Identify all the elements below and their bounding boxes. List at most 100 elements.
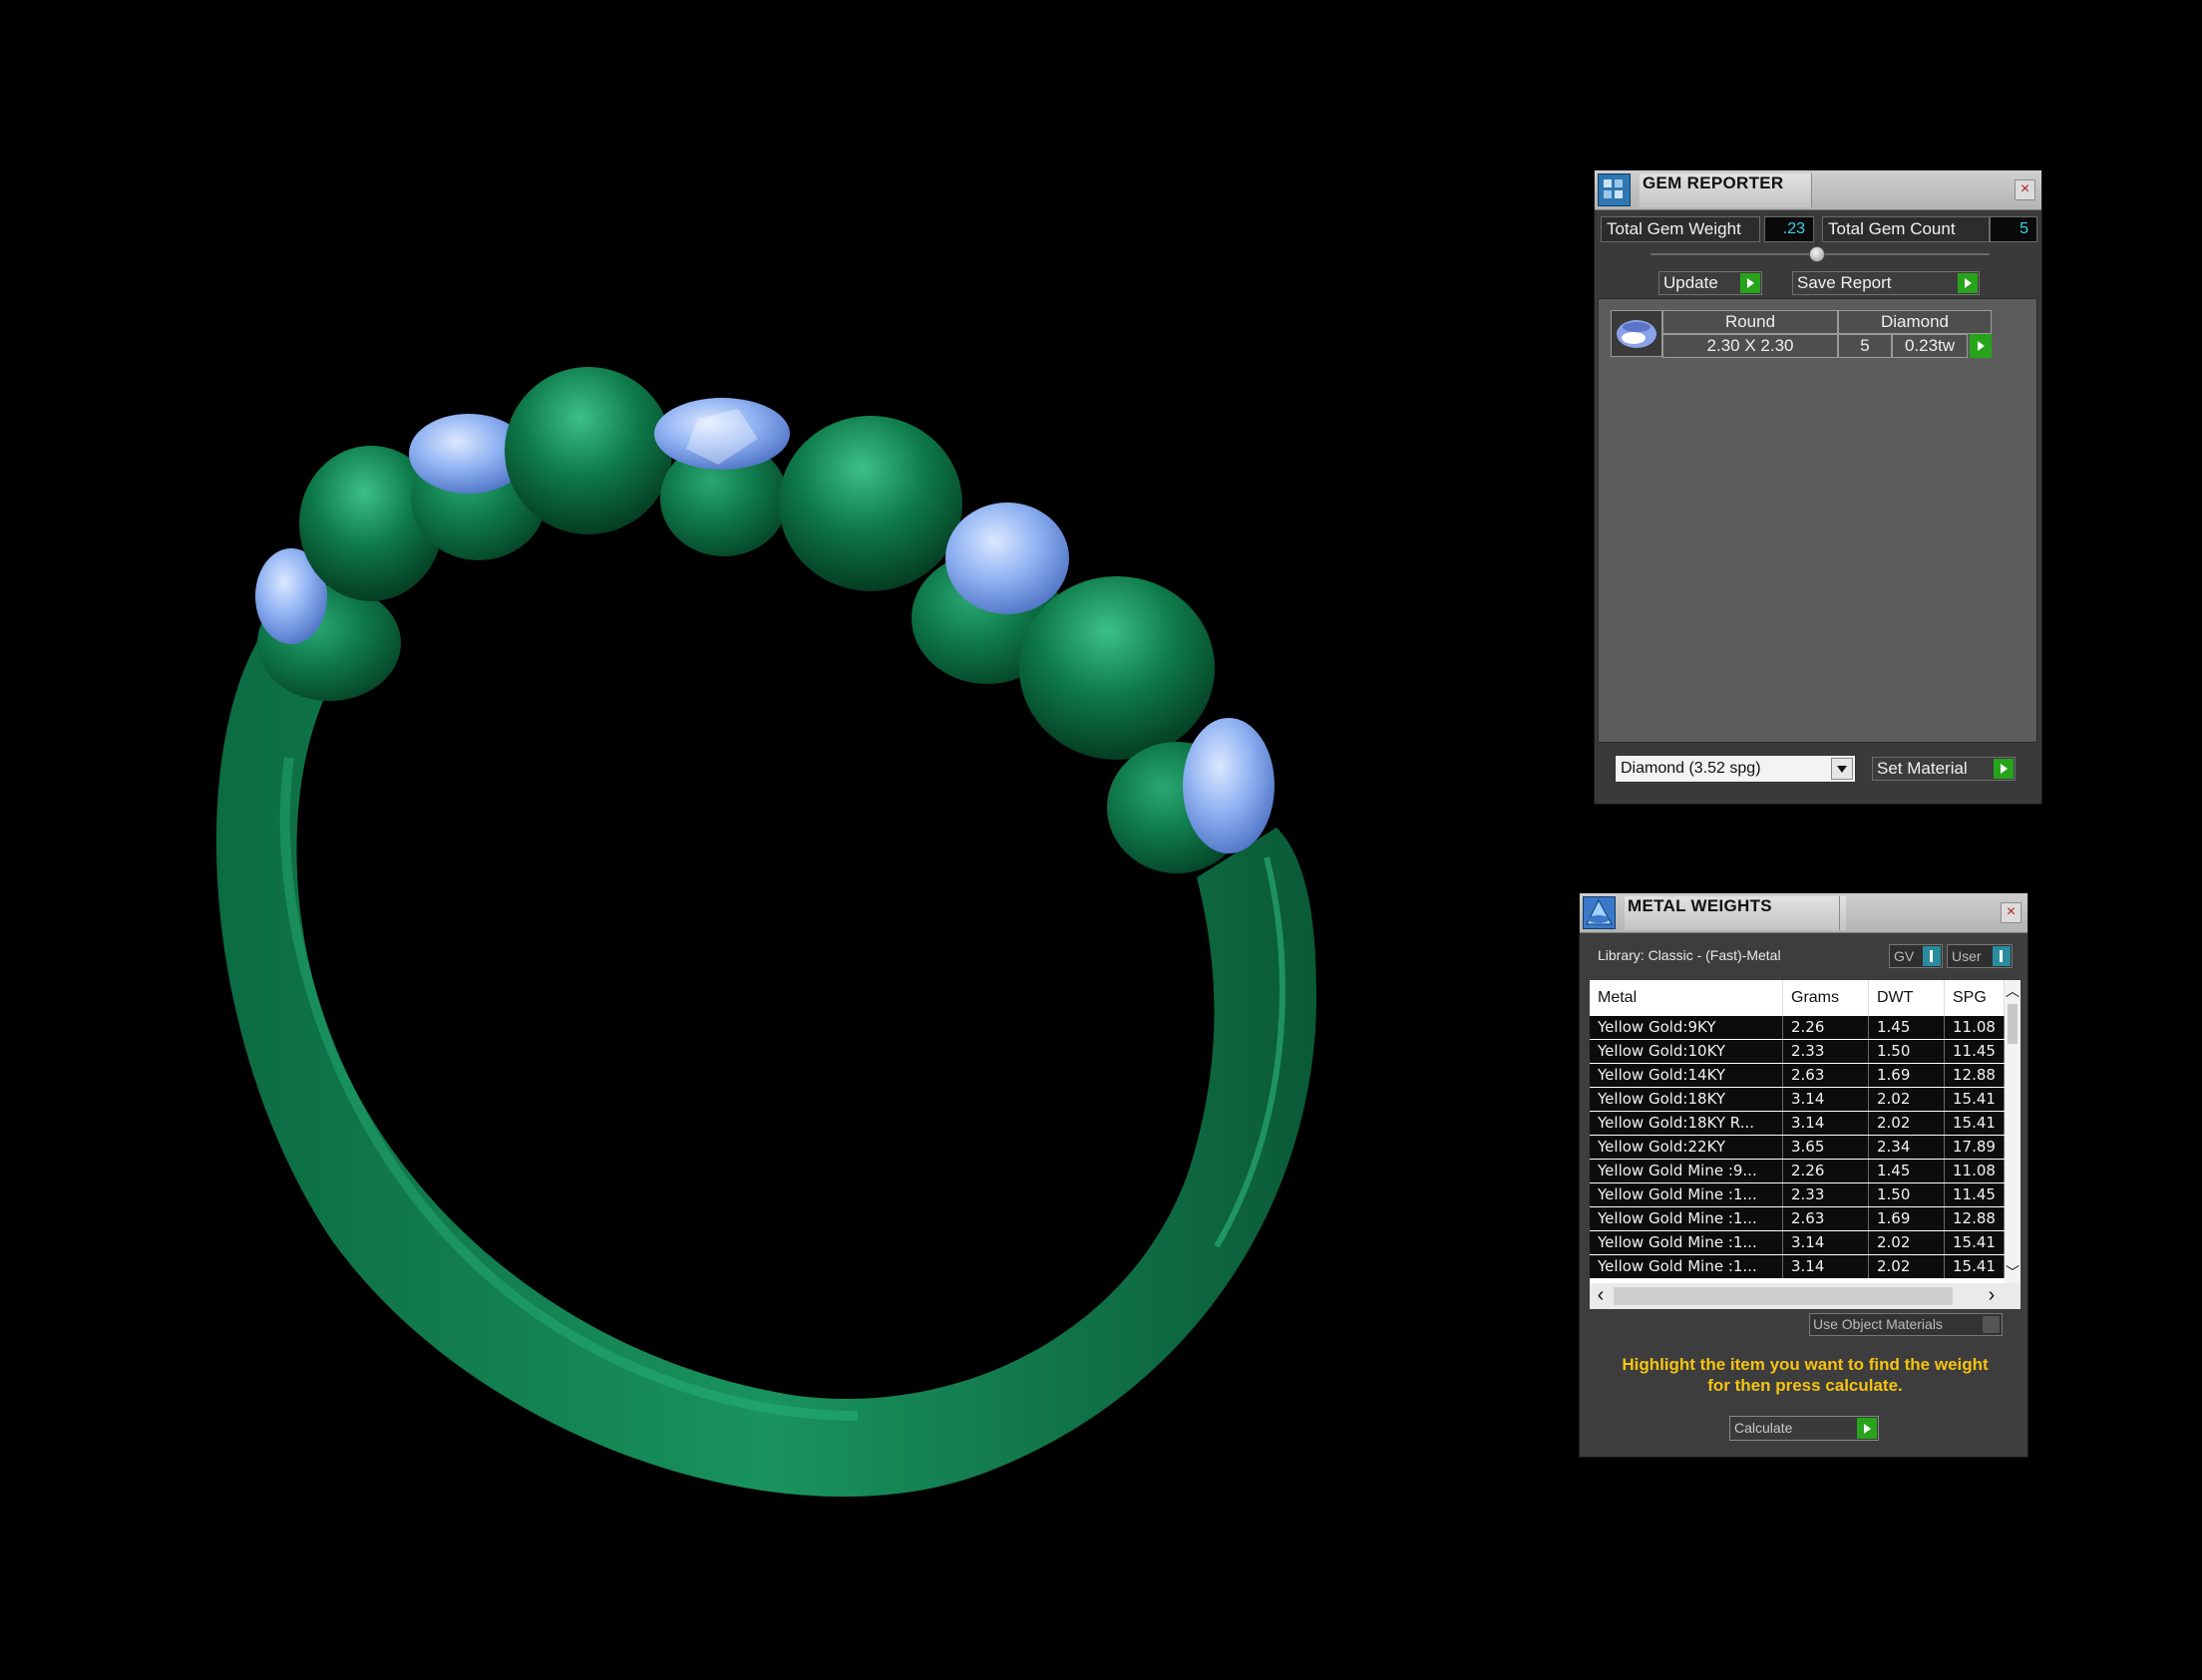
gem-count-cell: 5 <box>1838 334 1892 358</box>
total-gem-count-value: 5 <box>1990 216 2037 242</box>
table-cell-dwt: 1.50 <box>1869 1183 1945 1206</box>
metal-weights-title: METAL WEIGHTS <box>1625 896 1846 930</box>
table-cell-metal: Yellow Gold:9KY <box>1590 1016 1783 1039</box>
table-cell-dwt: 1.45 <box>1869 1160 1945 1182</box>
table-cell-grams: 3.14 <box>1783 1088 1869 1111</box>
table-row[interactable]: Yellow Gold:9KY 2.26 1.45 11.08 <box>1590 1016 2005 1040</box>
table-cell-spg: 15.41 <box>1945 1231 2005 1254</box>
metal-weights-titlebar[interactable]: METAL WEIGHTS × <box>1580 893 2027 933</box>
save-report-button-label: Save Report <box>1797 273 1892 292</box>
table-cell-spg: 12.88 <box>1945 1064 2005 1087</box>
table-cell-spg: 11.45 <box>1945 1040 2005 1063</box>
play-arrow-icon <box>1740 273 1760 293</box>
chevron-up-icon[interactable]: ︿ <box>2005 982 2020 1000</box>
metal-bulb <box>779 416 962 591</box>
horizontal-scroll-thumb[interactable] <box>1614 1287 1953 1305</box>
gem-stone <box>1183 718 1275 853</box>
gem-reporter-app-icon <box>1598 173 1631 206</box>
table-cell-metal: Yellow Gold Mine :9... <box>1590 1160 1783 1182</box>
table-row[interactable]: Yellow Gold:10KY 2.33 1.50 11.45 <box>1590 1040 2005 1064</box>
column-header-spg[interactable]: SPG <box>1945 980 2005 1016</box>
total-gem-weight-value: .23 <box>1764 216 1814 242</box>
panel-splitter-handle[interactable] <box>1809 246 1825 262</box>
table-cell-metal: Yellow Gold:18KY R... <box>1590 1112 1783 1135</box>
gem-size-cell: 2.30 X 2.30 <box>1662 334 1838 358</box>
table-cell-dwt: 2.34 <box>1869 1136 1945 1159</box>
horizontal-scrollbar[interactable]: ‹ › <box>1590 1283 2020 1309</box>
table-cell-grams: 2.63 <box>1783 1207 1869 1230</box>
table-row[interactable]: Yellow Gold Mine :1... 2.63 1.69 12.88 <box>1590 1207 2005 1231</box>
table-cell-grams: 3.14 <box>1783 1231 1869 1254</box>
metal-bulb <box>505 367 672 534</box>
table-cell-spg: 11.08 <box>1945 1016 2005 1039</box>
table-row[interactable]: Yellow Gold Mine :1... 3.14 2.02 15.41 <box>1590 1231 2005 1255</box>
table-cell-spg: 12.88 <box>1945 1207 2005 1230</box>
table-cell-dwt: 2.02 <box>1869 1112 1945 1135</box>
gem-reporter-panel: GEM REPORTER × Total Gem Weight .23 Tota… <box>1594 169 2042 805</box>
column-header-dwt[interactable]: DWT <box>1869 980 1945 1016</box>
instruction-line-1: Highlight the item you want to find the … <box>1622 1355 1989 1374</box>
table-row[interactable]: Yellow Gold:18KY R... 3.14 2.02 15.41 <box>1590 1112 2005 1136</box>
table-cell-metal: Yellow Gold Mine :1... <box>1590 1255 1783 1278</box>
table-cell-grams: 2.63 <box>1783 1064 1869 1087</box>
table-row[interactable]: Yellow Gold Mine :9... 2.26 1.45 11.08 <box>1590 1160 2005 1183</box>
gem-totals-row: Total Gem Weight .23 Total Gem Count 5 <box>1601 216 2037 242</box>
table-row[interactable]: Yellow Gold:18KY 3.14 2.02 15.41 <box>1590 1088 2005 1112</box>
save-report-button[interactable]: Save Report <box>1792 271 1980 295</box>
table-cell-grams: 3.14 <box>1783 1112 1869 1135</box>
total-gem-weight-label: Total Gem Weight <box>1601 216 1760 242</box>
gem-stone <box>945 503 1069 614</box>
table-cell-grams: 2.33 <box>1783 1040 1869 1063</box>
column-header-grams[interactable]: Grams <box>1783 980 1869 1016</box>
user-toggle[interactable]: User <box>1947 944 2013 968</box>
gem-shape-cell: Round <box>1662 310 1838 334</box>
table-cell-metal: Yellow Gold Mine :1... <box>1590 1183 1783 1206</box>
table-row[interactable]: Yellow Gold:14KY 2.63 1.69 12.88 <box>1590 1064 2005 1088</box>
round-gem-thumbnail[interactable] <box>1611 310 1662 357</box>
table-cell-dwt: 1.69 <box>1869 1064 1945 1087</box>
table-cell-spg: 15.41 <box>1945 1088 2005 1111</box>
set-material-button[interactable]: Set Material <box>1872 757 2016 781</box>
table-cell-dwt: 2.02 <box>1869 1088 1945 1111</box>
material-select-value: Diamond (3.52 spg) <box>1621 760 1761 777</box>
vertical-scroll-thumb[interactable] <box>2008 1004 2018 1044</box>
table-cell-metal: Yellow Gold:14KY <box>1590 1064 1783 1087</box>
use-object-materials-toggle[interactable]: Use Object Materials <box>1809 1313 2003 1336</box>
gem-list: Round Diamond 2.30 X 2.30 5 0.23tw <box>1598 298 2037 743</box>
table-cell-metal: Yellow Gold Mine :1... <box>1590 1231 1783 1254</box>
update-button[interactable]: Update <box>1658 271 1762 295</box>
gem-reporter-titlebar[interactable]: GEM REPORTER × <box>1595 170 2041 210</box>
table-cell-dwt: 1.45 <box>1869 1016 1945 1039</box>
material-select[interactable]: Diamond (3.52 spg) <box>1615 755 1856 783</box>
table-row[interactable]: Yellow Gold Mine :1... 2.33 1.50 11.45 <box>1590 1183 2005 1207</box>
table-row[interactable]: Yellow Gold:22KY 3.65 2.34 17.89 <box>1590 1136 2005 1160</box>
gem-row-action-button[interactable] <box>1970 334 1992 358</box>
metal-weights-table[interactable]: Metal Grams DWT SPG Yellow Gold:9KY 2.26 1… <box>1590 980 2020 1309</box>
set-material-button-label: Set Material <box>1877 759 1968 778</box>
table-cell-grams: 3.14 <box>1783 1255 1869 1278</box>
table-row[interactable]: Yellow Gold Mine :1... 3.14 2.02 15.41 <box>1590 1255 2005 1279</box>
metal-weights-panel: METAL WEIGHTS × Library: Classic - (Fast… <box>1579 892 2028 1458</box>
chevron-down-icon[interactable]: ﹀ <box>2005 1263 2020 1281</box>
gem-material-cell: Diamond <box>1838 310 1992 334</box>
close-icon[interactable]: × <box>2001 902 2021 923</box>
table-cell-spg: 11.08 <box>1945 1160 2005 1182</box>
close-icon[interactable]: × <box>2015 179 2035 200</box>
table-cell-dwt: 2.02 <box>1869 1231 1945 1254</box>
play-arrow-icon <box>1958 273 1978 293</box>
chevron-right-icon[interactable]: › <box>1981 1283 2003 1309</box>
metal-weights-app-icon <box>1583 896 1616 929</box>
column-header-metal[interactable]: Metal <box>1590 980 1783 1016</box>
play-arrow-icon <box>1857 1418 1877 1439</box>
table-cell-grams: 3.65 <box>1783 1136 1869 1159</box>
chevron-left-icon[interactable]: ‹ <box>1590 1283 1612 1309</box>
calculate-button[interactable]: Calculate <box>1729 1416 1879 1441</box>
vertical-scrollbar[interactable]: ︿ ﹀ <box>2005 980 2020 1283</box>
toggle-indicator-icon <box>1993 946 2011 966</box>
table-cell-spg: 15.41 <box>1945 1255 2005 1278</box>
table-header: Metal Grams DWT SPG <box>1590 980 2005 1016</box>
play-arrow-icon <box>1994 759 2014 779</box>
use-object-materials-label: Use Object Materials <box>1813 1316 1943 1332</box>
gv-toggle[interactable]: GV <box>1889 944 1943 968</box>
table-cell-grams: 2.33 <box>1783 1183 1869 1206</box>
